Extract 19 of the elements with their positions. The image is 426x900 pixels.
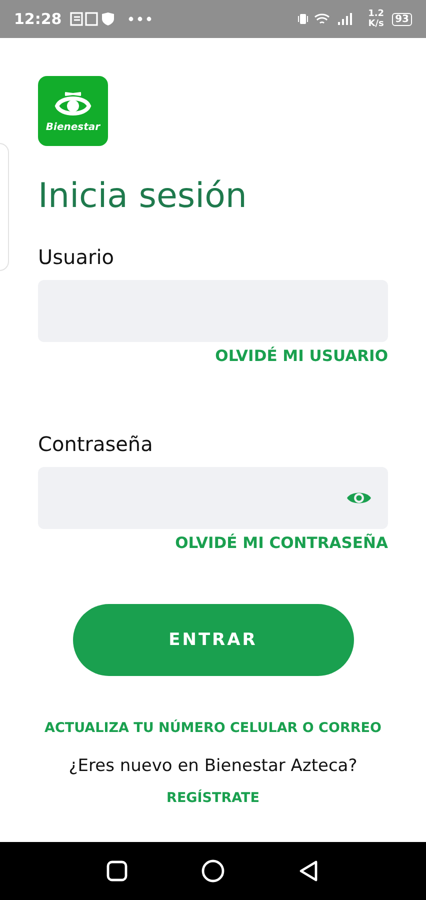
status-time: 12:28 (14, 10, 62, 28)
login-button[interactable]: ENTRAR (72, 604, 354, 676)
battery-indicator: 93 (392, 12, 412, 26)
field-label: Usuario (38, 244, 116, 270)
forgot-link[interactable]: OLVIDÉ MI USUARIO (215, 347, 388, 365)
register-link[interactable]: REGÍSTRATE (166, 790, 260, 806)
back-icon[interactable] (298, 859, 320, 883)
speed-unit: K/s (368, 19, 384, 29)
new-user-prompt: ¿Eres nuevo en Bienestar Azteca? (68, 756, 358, 776)
update-contact-link[interactable]: ACTUALIZA TU NÚMERO CELULAR O CORREO (44, 720, 382, 736)
password-field[interactable] (38, 467, 388, 529)
recents-icon[interactable] (106, 860, 128, 882)
field-label: Contraseña (38, 431, 154, 457)
page-title: Inicia sesión (38, 175, 248, 218)
app-logo: Bienestar (38, 76, 108, 146)
network-speed: 1.2 (368, 9, 384, 19)
home-icon[interactable] (200, 859, 225, 883)
forgot-link[interactable]: OLVIDÉ MI CONTRASEÑA (175, 534, 388, 552)
more-icon (128, 16, 152, 22)
